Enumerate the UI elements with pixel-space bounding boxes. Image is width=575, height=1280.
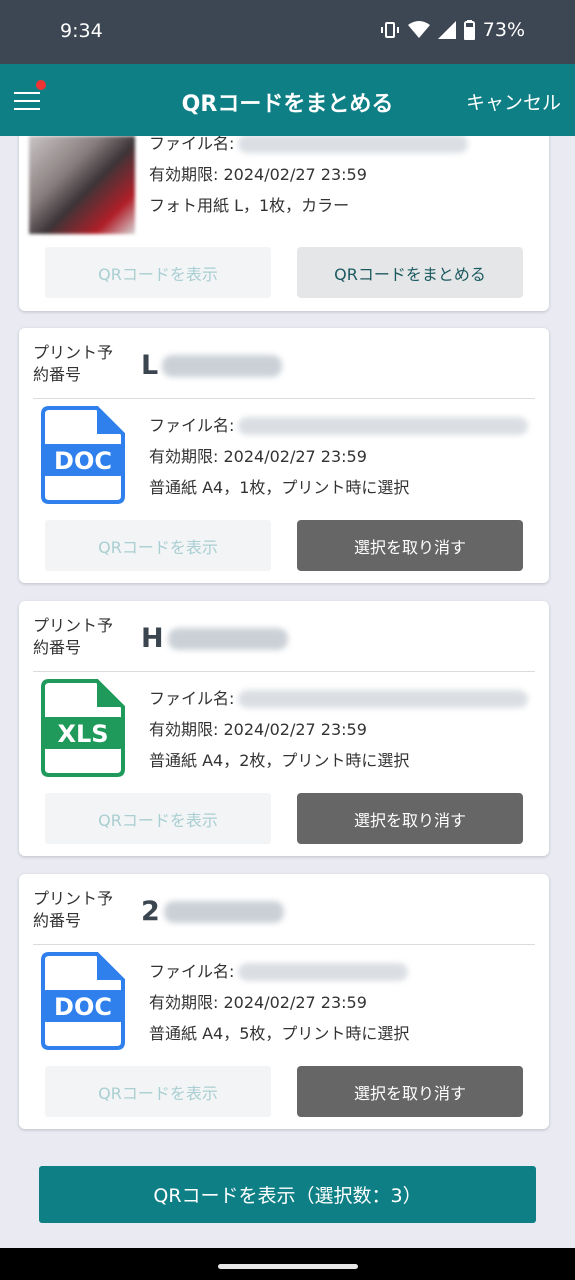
reservation-number-hidden <box>162 354 283 377</box>
file-name-value <box>238 962 409 981</box>
print-spec: フォト用紙 L，1枚，カラー <box>149 196 350 215</box>
expiry-text: 有効期限: 2024/02/27 23:59 <box>149 720 367 739</box>
doc-file-icon: DOC <box>41 406 125 504</box>
card-info: ファイル名: 有効期限: 2024/02/27 23:59 普通紙 A4，5枚，… <box>149 956 409 1049</box>
svg-text:XLS: XLS <box>57 720 108 748</box>
deselect-button[interactable]: 選択を取り消す <box>297 1066 523 1117</box>
reservation-label: プリント予約番号 <box>33 889 114 930</box>
card-info: ファイル名: 有効期限: 2024/02/27 23:59 普通紙 A4，2枚，… <box>149 683 529 776</box>
card-header: プリント予約番号 H <box>19 601 549 671</box>
file-name-label: ファイル名: <box>149 962 235 981</box>
system-nav-bar <box>0 1248 575 1280</box>
deselect-button[interactable]: 選択を取り消す <box>297 520 523 571</box>
signal-icon <box>437 21 456 39</box>
card-info: ファイル名: 有効期限: 2024/02/27 23:59 普通紙 A4，1枚，… <box>149 410 529 503</box>
reservation-number: 2 <box>141 896 284 927</box>
show-qr-selected-button[interactable]: QRコードを表示（選択数：3） <box>39 1166 536 1223</box>
card-header: プリント予約番号 L <box>19 328 549 398</box>
svg-text:DOC: DOC <box>54 993 112 1021</box>
card-list[interactable]: ファイル名: 有効期限: 2024/02/27 23:59 フォト用紙 L，1枚… <box>0 136 575 1148</box>
reservation-number-prefix: H <box>141 623 164 654</box>
print-spec: 普通紙 A4，5枚，プリント時に選択 <box>149 1024 410 1043</box>
show-qr-button[interactable]: QRコードを表示 <box>45 793 271 844</box>
reservation-number-prefix: 2 <box>141 896 160 927</box>
file-name-label: ファイル名: <box>149 416 235 435</box>
photo-thumbnail <box>29 136 135 234</box>
status-icons: 73% <box>380 19 525 41</box>
file-name-label: ファイル名: <box>149 136 235 153</box>
print-card: プリント予約番号 H XLS ファイル名: 有効期限: 2024/02/27 2… <box>19 601 549 856</box>
status-bar: 9:34 73% <box>0 0 575 64</box>
svg-text:DOC: DOC <box>54 447 112 475</box>
expiry-text: 有効期限: 2024/02/27 23:59 <box>149 165 367 184</box>
battery-percent: 73% <box>482 19 525 41</box>
card-header: プリント予約番号 2 <box>19 874 549 944</box>
wifi-icon <box>407 21 430 38</box>
print-spec: 普通紙 A4，1枚，プリント時に選択 <box>149 478 410 497</box>
divider <box>33 944 535 945</box>
xls-file-icon: XLS <box>41 679 125 777</box>
file-name-label: ファイル名: <box>149 689 235 708</box>
reservation-number-hidden <box>163 900 284 923</box>
reservation-number: H <box>141 623 288 654</box>
reservation-label: プリント予約番号 <box>33 616 114 657</box>
show-qr-button[interactable]: QRコードを表示 <box>45 1066 271 1117</box>
home-handle[interactable] <box>218 1264 358 1269</box>
expiry-text: 有効期限: 2024/02/27 23:59 <box>149 447 367 466</box>
status-time: 9:34 <box>60 20 103 42</box>
battery-icon <box>463 20 475 40</box>
reservation-number-prefix: L <box>141 350 159 381</box>
show-qr-button[interactable]: QRコードを表示 <box>45 247 271 298</box>
reservation-number: L <box>141 350 283 381</box>
deselect-button[interactable]: 選択を取り消す <box>297 793 523 844</box>
file-name-value <box>238 416 529 435</box>
print-card: プリント予約番号 2 DOC ファイル名: 有効期限: 2024/02/27 2… <box>19 874 549 1129</box>
divider <box>33 398 535 399</box>
expiry-text: 有効期限: 2024/02/27 23:59 <box>149 993 367 1012</box>
vibrate-icon <box>380 22 399 38</box>
reservation-number-hidden <box>167 627 288 650</box>
print-spec: 普通紙 A4，2枚，プリント時に選択 <box>149 751 410 770</box>
reservation-label: プリント予約番号 <box>33 343 114 384</box>
print-card: ファイル名: 有効期限: 2024/02/27 23:59 フォト用紙 L，1枚… <box>19 136 549 311</box>
merge-qr-button[interactable]: QRコードをまとめる <box>297 247 523 298</box>
file-name-value <box>238 689 529 708</box>
print-card: プリント予約番号 L DOC ファイル名: 有効期限: 2024/02/27 2… <box>19 328 549 583</box>
divider <box>33 671 535 672</box>
file-name-value <box>238 136 469 153</box>
card-info: ファイル名: 有効期限: 2024/02/27 23:59 フォト用紙 L，1枚… <box>149 136 469 221</box>
cancel-button[interactable]: キャンセル <box>466 88 561 115</box>
doc-file-icon: DOC <box>41 952 125 1050</box>
show-qr-button[interactable]: QRコードを表示 <box>45 520 271 571</box>
app-bar: QRコードをまとめる キャンセル <box>0 64 575 136</box>
